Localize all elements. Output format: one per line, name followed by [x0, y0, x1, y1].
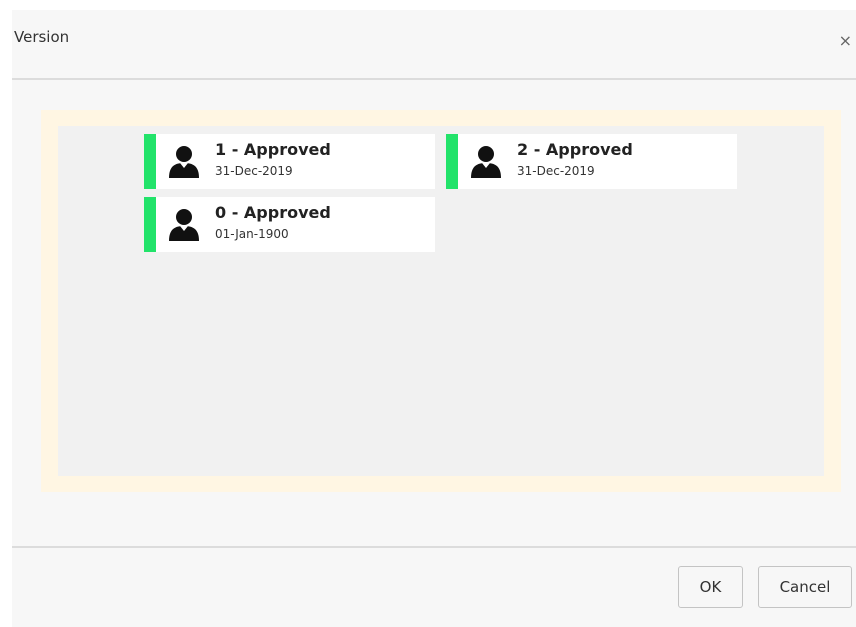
- version-card-1[interactable]: 1 - Approved 31-Dec-2019: [144, 134, 435, 189]
- user-icon: [471, 146, 501, 178]
- ok-button[interactable]: OK: [678, 566, 743, 608]
- version-card-2[interactable]: 2 - Approved 31-Dec-2019: [446, 134, 737, 189]
- version-card-0[interactable]: 0 - Approved 01-Jan-1900: [144, 197, 435, 252]
- status-bar: [144, 197, 156, 252]
- version-date: 31-Dec-2019: [517, 164, 595, 178]
- close-icon[interactable]: ×: [839, 33, 852, 49]
- dialog-footer: OK Cancel: [12, 546, 856, 627]
- version-label: 1 - Approved: [215, 140, 331, 159]
- version-date: 31-Dec-2019: [215, 164, 293, 178]
- version-date: 01-Jan-1900: [215, 227, 289, 241]
- user-icon: [169, 209, 199, 241]
- versions-panel: 1 - Approved 31-Dec-2019 2 - Approved 31…: [41, 110, 841, 492]
- version-label: 2 - Approved: [517, 140, 633, 159]
- dialog-header: Version ×: [12, 10, 856, 80]
- version-label: 0 - Approved: [215, 203, 331, 222]
- user-icon: [169, 146, 199, 178]
- dialog-title: Version: [14, 28, 70, 46]
- cancel-button[interactable]: Cancel: [758, 566, 852, 608]
- status-bar: [144, 134, 156, 189]
- status-bar: [446, 134, 458, 189]
- version-dialog: Version × 1 - Approved 31-Dec-2019 2 - A…: [12, 10, 856, 627]
- versions-grid: 1 - Approved 31-Dec-2019 2 - Approved 31…: [58, 126, 824, 476]
